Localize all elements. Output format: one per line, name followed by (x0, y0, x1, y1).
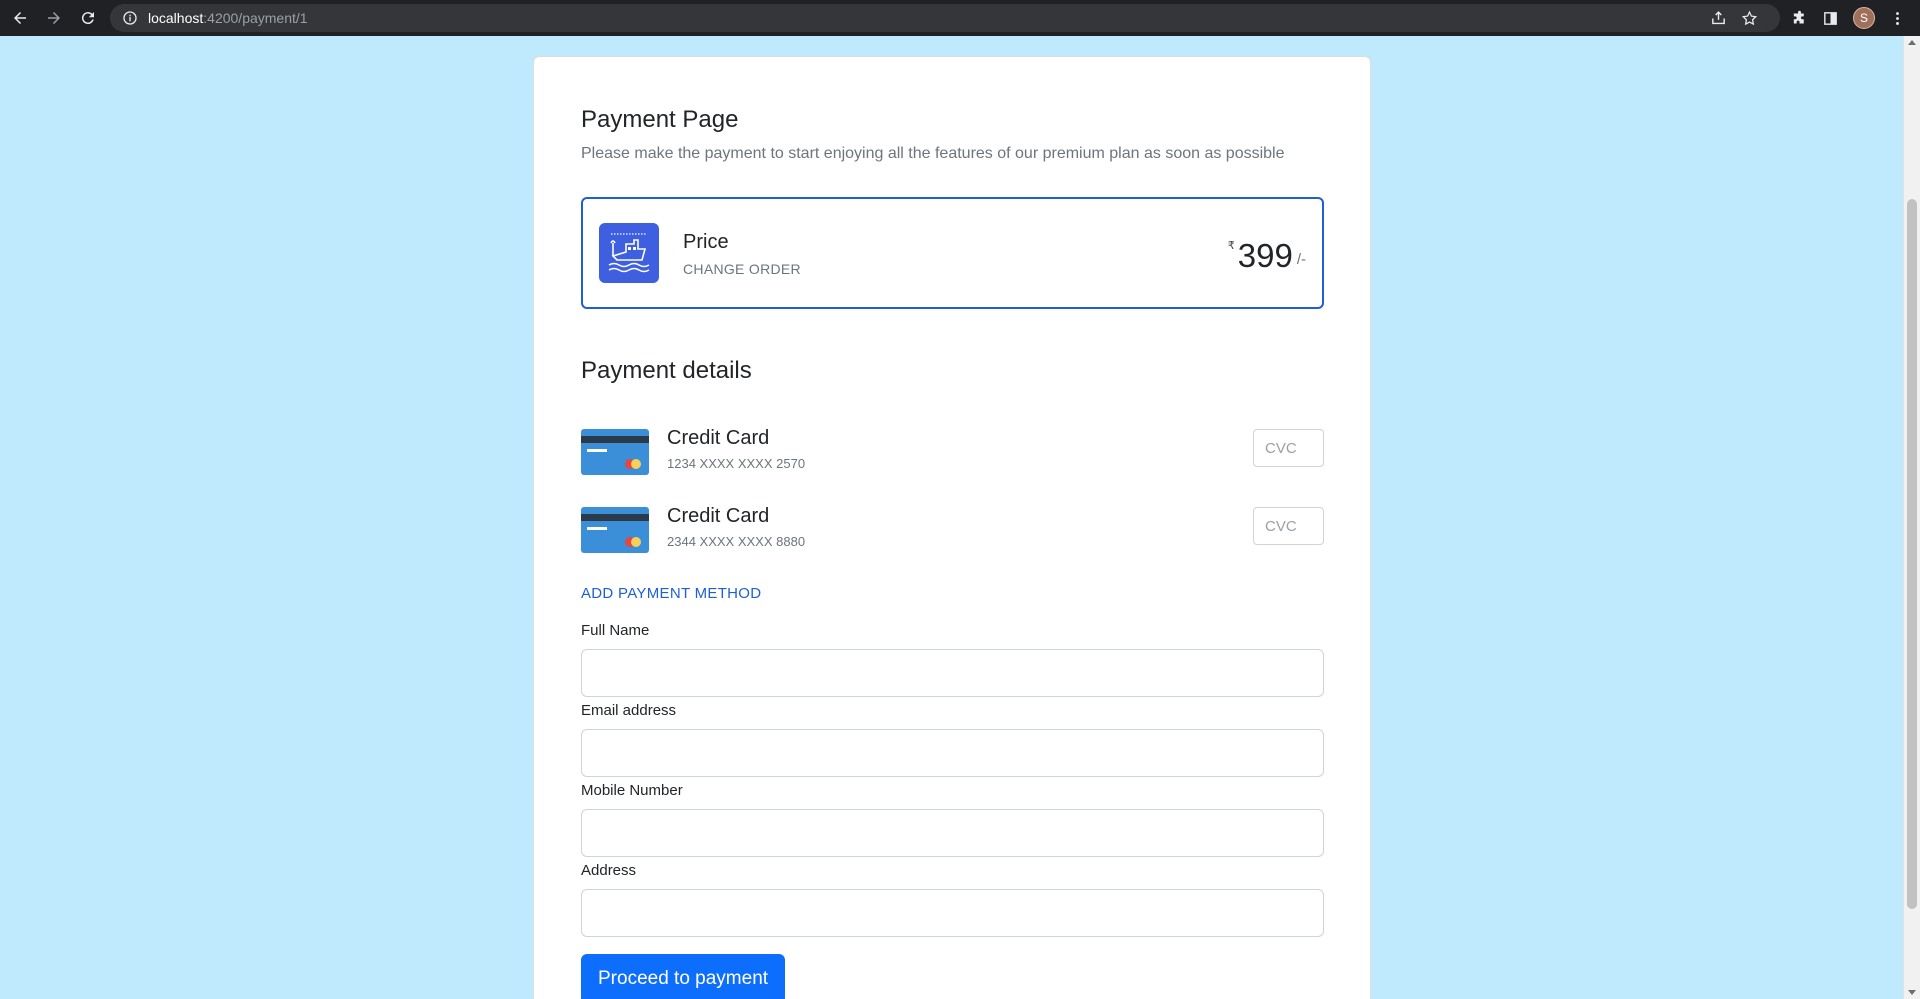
amount-suffix: /- (1296, 251, 1306, 268)
star-icon[interactable] (1741, 10, 1758, 27)
email-label: Email address (581, 702, 677, 719)
forward-arrow-icon (48, 12, 60, 24)
add-payment-method-link[interactable]: ADD PAYMENT METHOD (581, 585, 761, 602)
ship-icon (599, 223, 659, 283)
card-number: 1234 XXXX XXXX 2570 (667, 456, 806, 471)
browser-toolbar: localhost:4200/payment/1 S (0, 0, 1920, 36)
url-host: localhost (148, 10, 204, 26)
back-button[interactable] (6, 4, 34, 32)
page-scrollbar[interactable] (1903, 36, 1920, 999)
email-input[interactable] (581, 729, 1324, 777)
proceed-to-payment-button[interactable]: Proceed to payment (581, 954, 786, 999)
change-order-link[interactable]: CHANGE ORDER (683, 261, 801, 277)
credit-card-icon (581, 507, 649, 553)
amount-value: 399 (1237, 237, 1293, 274)
avatar[interactable]: S (1853, 7, 1875, 29)
card-number: 2344 XXXX XXXX 8880 (667, 534, 806, 549)
address-bar[interactable]: localhost:4200/payment/1 (110, 4, 1780, 32)
price-box: Price CHANGE ORDER ₹ 399 /- (581, 197, 1324, 309)
cvc-input[interactable] (1253, 429, 1324, 467)
page-title: Payment Page (581, 106, 739, 133)
url-path: :4200/payment/1 (203, 10, 308, 26)
price-amount: ₹ 399 /- (1228, 237, 1306, 275)
currency-symbol: ₹ (1227, 240, 1235, 252)
menu-dots-icon[interactable] (1889, 10, 1906, 27)
payment-details-title: Payment details (581, 357, 752, 384)
cvc-input[interactable] (1253, 507, 1324, 545)
scroll-up-icon[interactable] (1908, 40, 1916, 45)
full-name-label: Full Name (581, 622, 650, 639)
price-label: Price (683, 231, 729, 253)
share-icon[interactable] (1710, 10, 1727, 27)
reload-icon (81, 12, 94, 25)
page-subtitle: Please make the payment to start enjoyin… (581, 145, 1285, 162)
saved-card-row[interactable]: Credit Card 1234 XXXX XXXX 2570 (581, 423, 1324, 475)
saved-card-row[interactable]: Credit Card 2344 XXXX XXXX 8880 (581, 501, 1324, 553)
forward-button[interactable] (40, 4, 68, 32)
reload-button[interactable] (74, 4, 102, 32)
mobile-input[interactable] (581, 809, 1324, 857)
extensions-icon[interactable] (1791, 10, 1808, 27)
scroll-down-icon[interactable] (1908, 990, 1916, 995)
card-name: Credit Card (667, 427, 770, 449)
address-label: Address (581, 862, 637, 879)
scroll-thumb[interactable] (1907, 199, 1917, 909)
info-icon[interactable] (122, 10, 138, 26)
sidepanel-icon[interactable] (1822, 10, 1839, 27)
url-text: localhost:4200/payment/1 (148, 10, 308, 26)
credit-card-icon (581, 429, 649, 475)
card-name: Credit Card (667, 505, 770, 527)
back-arrow-icon (14, 12, 26, 24)
mobile-label: Mobile Number (581, 782, 683, 799)
payment-card: Payment Page Please make the payment to … (533, 56, 1371, 999)
address-input[interactable] (581, 889, 1324, 937)
full-name-input[interactable] (581, 649, 1324, 697)
